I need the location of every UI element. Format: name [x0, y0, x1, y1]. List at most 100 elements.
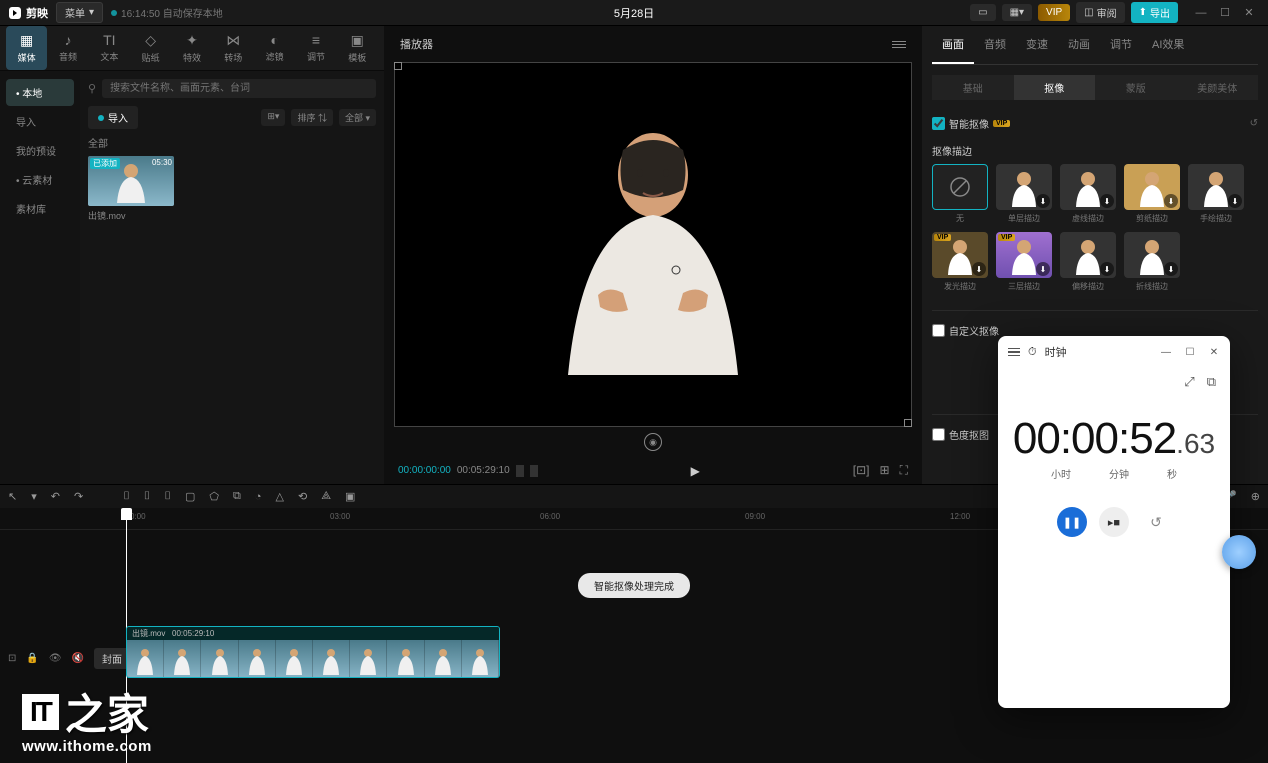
cover-button[interactable]: 封面 [94, 648, 130, 669]
sw-min-icon[interactable]: — [1156, 347, 1176, 358]
stopwatch-window[interactable]: ⏱ 时钟 — ☐ ✕ ⤢ ⧉ 00:00:52.63 小时分钟秒 ❚❚ ▸■ ↺ [998, 336, 1230, 708]
tab-ai[interactable]: AI效果 [1142, 26, 1194, 64]
sw-expand-icon[interactable]: ⤢ [1184, 374, 1194, 390]
vip-button[interactable]: VIP [1038, 4, 1070, 21]
filter-icon: ◐ [254, 32, 295, 48]
delete-icon[interactable]: ▢ [185, 490, 195, 503]
transition-icon: ⋈ [213, 32, 254, 49]
menu-icon[interactable] [892, 41, 906, 48]
sw-time-labels: 小时分钟秒 [998, 466, 1230, 481]
filter-chip[interactable]: 全部 ▾ [339, 109, 376, 126]
grid-icon[interactable]: ▦▾ [1002, 4, 1032, 21]
preset-hand[interactable]: ⬇手绘描边 [1188, 164, 1244, 224]
fullscreen-icon[interactable]: ⛶ [900, 463, 908, 478]
chroma-checkbox[interactable] [932, 428, 945, 441]
timeline-clip[interactable]: 出镜.mov 00:05:29:10 [126, 626, 500, 678]
video-preview[interactable] [394, 62, 912, 427]
tab-audio[interactable]: 音频 [974, 26, 1016, 64]
subtab-beauty[interactable]: 美颜美体 [1177, 75, 1259, 100]
preset-none[interactable]: 无 [932, 164, 988, 224]
marker-icon[interactable] [516, 465, 524, 477]
copy-icon[interactable]: ⧉ [233, 490, 241, 503]
preset-paper[interactable]: ⬇剪纸描边 [1124, 164, 1180, 224]
sw-title: 时钟 [1045, 344, 1067, 360]
smart-mask-checkbox[interactable] [932, 117, 945, 130]
sw-pin-icon[interactable]: ⧉ [1207, 374, 1216, 390]
nav-cloud[interactable]: • 云素材 [6, 166, 74, 193]
review-button[interactable]: ◫ 审阅 [1076, 2, 1124, 23]
split-right-icon[interactable]: ⌷ [164, 490, 171, 503]
subtab-basic[interactable]: 基础 [932, 75, 1014, 100]
settings-icon[interactable]: ⊕ [1251, 490, 1260, 503]
mode-tab-effect[interactable]: ✦特效 [171, 26, 212, 70]
nav-presets[interactable]: 我的预设 [6, 137, 74, 164]
redo-icon[interactable]: ↷ [74, 490, 83, 503]
dropdown-icon[interactable]: ▾ [31, 490, 37, 503]
mode-tab-sticker[interactable]: ◇贴纸 [130, 26, 171, 70]
close-icon[interactable]: ✕ [1238, 3, 1260, 23]
menu-dropdown[interactable]: 菜单▾ [56, 2, 103, 23]
subtab-mask2[interactable]: 蒙版 [1095, 75, 1177, 100]
preset-single[interactable]: ⬇单层描边 [996, 164, 1052, 224]
crop-icon[interactable]: ⟁ [321, 490, 331, 503]
tab-animation[interactable]: 动画 [1058, 26, 1100, 64]
view-chip[interactable]: ⊞▾ [261, 109, 285, 126]
mode-tab-template[interactable]: ▣模板 [337, 26, 378, 70]
color-icon[interactable]: ◉ [644, 433, 662, 451]
ratio-icon[interactable]: ⊞ [880, 463, 890, 478]
eye-icon[interactable]: 👁 [49, 653, 62, 664]
lock-icon[interactable]: 🔒 [26, 653, 38, 664]
split-left-icon[interactable]: ⌷ [144, 490, 151, 503]
rotate-icon[interactable]: ⟲ [298, 490, 307, 503]
nav-import[interactable]: 导入 [6, 108, 74, 135]
minimize-icon[interactable]: — [1190, 3, 1212, 23]
nav-local[interactable]: • 本地 [6, 79, 74, 106]
undo-icon[interactable]: ↶ [51, 490, 60, 503]
smart-mask-title: 智能抠像VIP ↺ [932, 116, 1258, 131]
mode-tab-media[interactable]: ▦媒体 [6, 26, 47, 70]
sw-close-icon[interactable]: ✕ [1204, 347, 1224, 358]
sw-lap-button[interactable]: ▸■ [1099, 507, 1129, 537]
lock-icon[interactable]: ⊡ [8, 653, 16, 664]
maximize-icon[interactable]: ☐ [1214, 3, 1236, 23]
export-button[interactable]: ⬆ 导出 [1131, 2, 1178, 23]
subtab-mask[interactable]: 抠像 [1014, 75, 1096, 100]
preset-glow[interactable]: VIP⬇发光描边 [932, 232, 988, 292]
mute-icon[interactable]: 🔇 [72, 653, 84, 664]
mode-tab-filter[interactable]: ◐滤镜 [254, 26, 295, 70]
image-icon[interactable]: ▣ [345, 490, 355, 503]
mode-tab-adjust[interactable]: ≡调节 [295, 26, 336, 70]
cursor-icon[interactable]: ↖ [8, 490, 17, 503]
custom-mask-checkbox[interactable] [932, 324, 945, 337]
layout-icon[interactable]: ▭ [970, 4, 995, 21]
marker-icon[interactable] [530, 465, 538, 477]
import-button[interactable]: 导入 [88, 106, 138, 129]
media-item[interactable]: 已添加 05:30 出镜.mov [88, 156, 174, 222]
sort-chip[interactable]: 排序 ⇅ [291, 109, 333, 126]
play-button[interactable]: ▶ [538, 464, 853, 478]
download-icon: ⬇ [1036, 262, 1050, 276]
tab-adjust[interactable]: 调节 [1100, 26, 1142, 64]
preset-triple[interactable]: VIP⬇三层描边 [996, 232, 1052, 292]
speed-icon[interactable]: ◔ [255, 491, 262, 503]
mode-tab-audio[interactable]: ♪音频 [47, 26, 88, 70]
preset-zigzag[interactable]: ⬇折线描边 [1124, 232, 1180, 292]
search-input[interactable] [102, 79, 376, 98]
reset-icon[interactable]: ↺ [1250, 118, 1258, 129]
mirror-icon[interactable]: △ [276, 490, 284, 503]
frame-icon[interactable]: [⊡] [853, 463, 870, 478]
sw-reset-button[interactable]: ↺ [1141, 507, 1171, 537]
tab-speed[interactable]: 变速 [1016, 26, 1058, 64]
shield-icon[interactable]: ⬠ [209, 490, 219, 503]
sw-max-icon[interactable]: ☐ [1180, 347, 1200, 358]
preset-dashed[interactable]: ⬇虚线描边 [1060, 164, 1116, 224]
tab-picture[interactable]: 画面 [932, 26, 974, 64]
preset-offset[interactable]: ⬇偏移描边 [1060, 232, 1116, 292]
sw-pause-button[interactable]: ❚❚ [1057, 507, 1087, 537]
sw-menu-icon[interactable] [1008, 348, 1020, 357]
float-bubble[interactable] [1222, 535, 1256, 569]
nav-library[interactable]: 素材库 [6, 195, 74, 222]
mode-tab-transition[interactable]: ⋈转场 [213, 26, 254, 70]
split-icon[interactable]: ⌷ [123, 490, 130, 503]
mode-tab-text[interactable]: TI文本 [89, 26, 130, 70]
